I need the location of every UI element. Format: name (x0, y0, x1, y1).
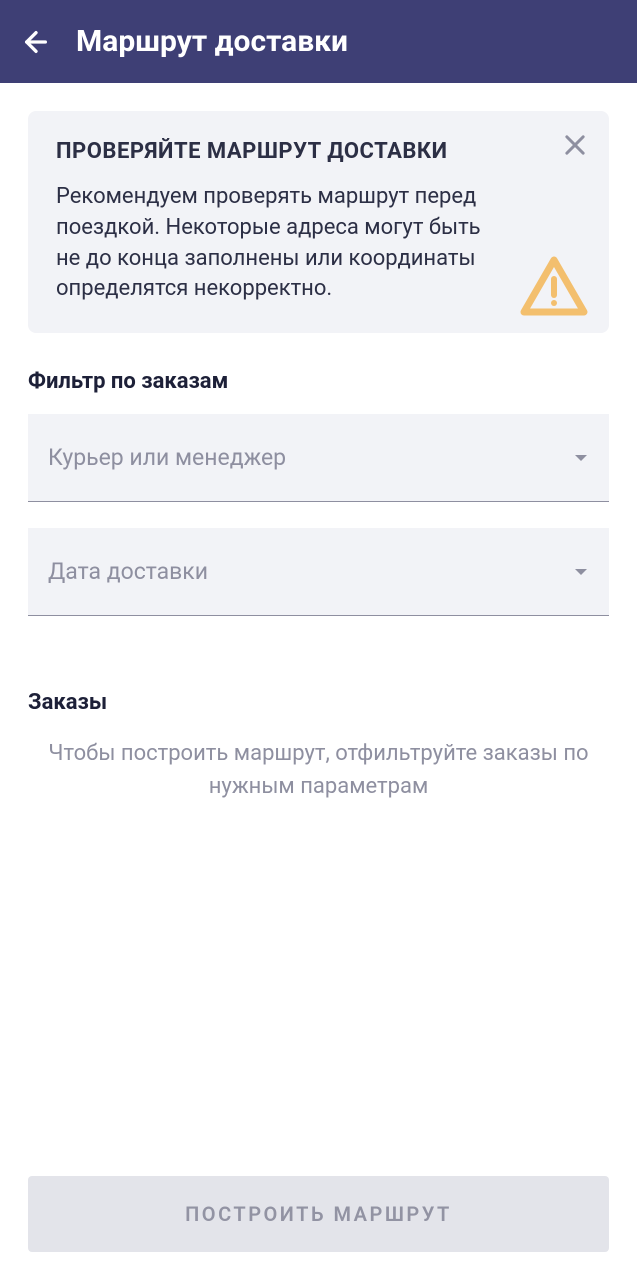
chevron-down-icon (573, 564, 589, 580)
date-dropdown-label: Дата доставки (48, 558, 208, 585)
back-button[interactable] (20, 26, 52, 58)
date-dropdown[interactable]: Дата доставки (28, 528, 609, 616)
warning-icon (519, 255, 589, 317)
chevron-down-icon (573, 450, 589, 466)
courier-dropdown-label: Курьер или менеджер (48, 444, 286, 471)
info-card-text: Рекомендуем проверять маршрут перед поез… (56, 182, 581, 305)
arrow-left-icon (20, 26, 52, 58)
courier-dropdown[interactable]: Курьер или менеджер (28, 414, 609, 502)
footer: ПОСТРОИТЬ МАРШРУТ (0, 1176, 637, 1280)
build-route-button[interactable]: ПОСТРОИТЬ МАРШРУТ (28, 1176, 609, 1252)
info-card: ПРОВЕРЯЙТЕ МАРШРУТ ДОСТАВКИ Рекомендуем … (28, 111, 609, 333)
close-button[interactable] (561, 131, 589, 159)
filter-label: Фильтр по заказам (28, 369, 609, 394)
orders-section: Заказы Чтобы построить маршрут, отфильтр… (28, 690, 609, 803)
info-card-title: ПРОВЕРЯЙТЕ МАРШРУТ ДОСТАВКИ (56, 139, 581, 164)
orders-label: Заказы (28, 690, 609, 715)
app-header: Маршрут доставки (0, 0, 637, 83)
close-icon (561, 131, 589, 159)
orders-empty-text: Чтобы построить маршрут, отфильтруйте за… (28, 737, 609, 803)
content-area: ПРОВЕРЯЙТЕ МАРШРУТ ДОСТАВКИ Рекомендуем … (0, 83, 637, 1176)
page-title: Маршрут доставки (76, 24, 348, 59)
